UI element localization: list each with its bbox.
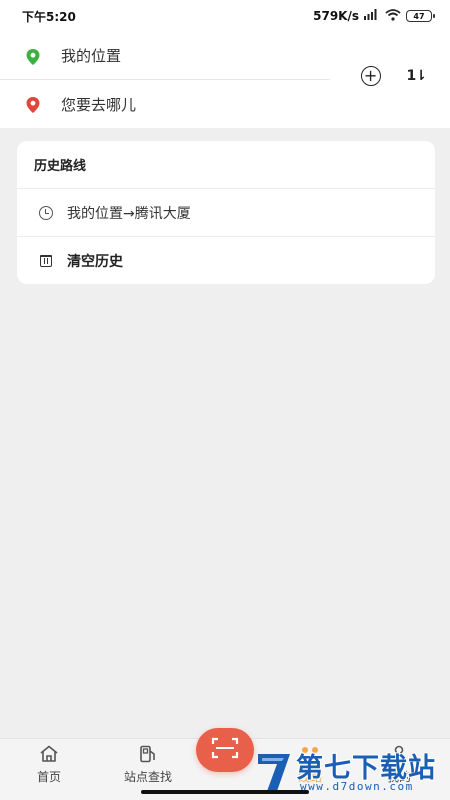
station-icon — [138, 745, 158, 763]
status-indicators: 579K/s 47 — [313, 8, 435, 24]
origin-pin-icon — [26, 48, 40, 65]
signal-icon — [364, 9, 380, 23]
clear-history-label: 清空历史 — [67, 253, 123, 270]
nav-label-station: 站点查找 — [123, 770, 172, 784]
destination-pin-icon — [26, 97, 40, 113]
history-item[interactable]: 我的位置→腾讯大厦 — [17, 189, 435, 237]
clear-history-button[interactable]: 清空历史 — [17, 237, 435, 284]
scan-button[interactable] — [196, 728, 254, 772]
origin-field[interactable]: 我的位置 — [0, 32, 330, 80]
watermark-url: www.d7down.com — [300, 780, 414, 793]
swap-route-button[interactable]: 1⇂ — [407, 68, 428, 84]
home-indicator[interactable] — [141, 790, 309, 794]
battery-icon: 47 — [406, 10, 435, 22]
destination-placeholder: 您要去哪儿 — [61, 95, 137, 114]
destination-field[interactable]: 您要去哪儿 — [0, 80, 330, 128]
route-actions: + 1⇂ — [360, 66, 428, 86]
trash-icon — [40, 254, 52, 267]
history-item-text: 我的位置→腾讯大厦 — [67, 205, 191, 222]
history-routes-card: 历史路线 我的位置→腾讯大厦 清空历史 — [17, 141, 435, 284]
origin-text: 我的位置 — [61, 47, 122, 65]
status-time: 下午5:20 — [22, 9, 76, 24]
add-waypoint-button[interactable]: + — [360, 66, 381, 86]
home-icon — [39, 745, 59, 763]
route-input-card: 我的位置 您要去哪儿 + 1⇂ — [0, 32, 450, 128]
history-title: 历史路线 — [17, 141, 435, 189]
nav-item-station-search[interactable]: 站点查找 — [113, 745, 183, 789]
wifi-icon — [385, 8, 401, 24]
nav-item-home[interactable]: 首页 — [14, 745, 84, 789]
status-bar: 下午5:20 579K/s 47 — [0, 0, 450, 32]
net-speed: 579K/s — [313, 9, 359, 23]
scan-icon — [210, 736, 240, 764]
nav-label-home: 首页 — [36, 770, 61, 784]
clock-icon — [39, 205, 53, 220]
